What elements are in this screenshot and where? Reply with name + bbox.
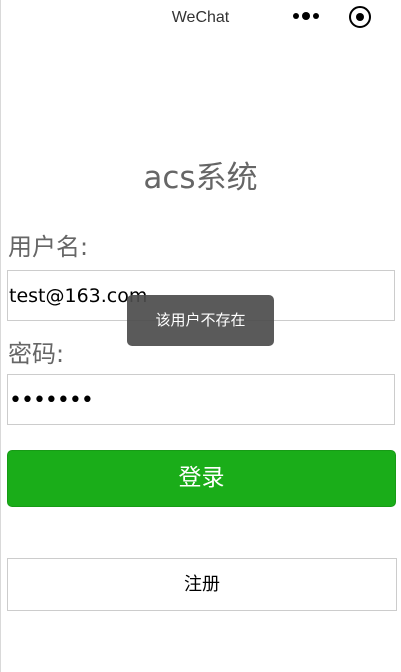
- password-input[interactable]: •••••••: [7, 374, 395, 425]
- nav-title: WeChat: [171, 9, 230, 26]
- register-button[interactable]: 注册: [7, 558, 397, 611]
- page-left-border: [0, 0, 1, 672]
- error-toast: 该用户不存在: [127, 295, 274, 346]
- close-target-icon[interactable]: [349, 6, 371, 28]
- dot-icon: [302, 12, 310, 20]
- navigation-bar: WeChat: [0, 0, 401, 36]
- password-label: 密码:: [8, 340, 65, 368]
- login-button[interactable]: 登录: [7, 450, 396, 507]
- more-dots-icon[interactable]: [292, 10, 322, 24]
- dot-icon: [313, 13, 319, 19]
- close-target-center: [356, 13, 364, 21]
- username-label: 用户名:: [8, 233, 89, 261]
- dot-icon: [293, 13, 299, 19]
- page-title: acs系统: [143, 160, 258, 196]
